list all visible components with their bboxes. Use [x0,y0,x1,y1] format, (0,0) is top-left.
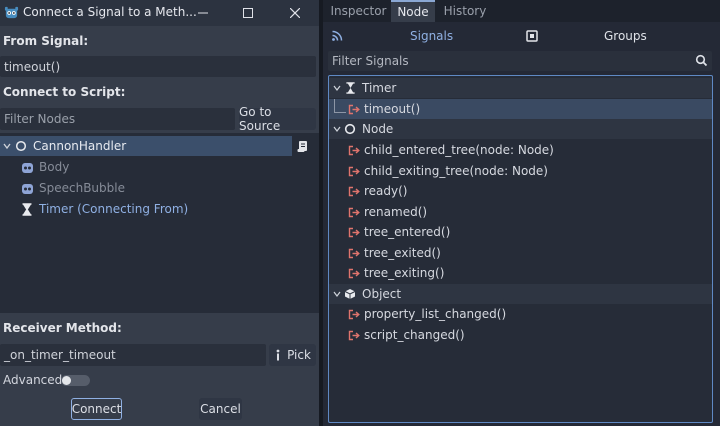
chevron-down-icon [331,84,343,92]
signal-arrow-icon [347,164,361,178]
script-node-tree[interactable]: CannonHandler Body SpeechBubble Timer (C… [0,133,319,313]
chevron-down-icon [3,143,11,150]
tab-history[interactable]: History [435,0,495,22]
signal-arrow-icon [347,266,361,280]
group-node[interactable]: Node [329,119,712,139]
signal-tree-exited[interactable]: tree_exited() [329,243,712,263]
minimize-button[interactable] [181,0,225,26]
signal-name: renamed() [364,205,428,219]
group-name: Node [362,122,394,136]
tree-item-body[interactable]: Body [20,157,69,177]
cube-icon [343,287,357,301]
tree-item-speechbubble[interactable]: SpeechBubble [20,178,125,198]
tree-item-label: SpeechBubble [39,181,125,195]
signal-name: ready() [364,184,408,198]
signal-name: property_list_changed() [364,307,507,321]
info-icon [276,349,280,361]
signal-arrow-icon [347,328,361,342]
signal-tree-exiting[interactable]: tree_exiting() [329,263,712,283]
tab-node[interactable]: Node [391,0,435,22]
dialog-titlebar: Connect a Signal to a Meth... [0,0,319,26]
advanced-toggle[interactable] [61,375,90,386]
receiver-method-input[interactable]: _on_timer_timeout [0,344,266,366]
signal-child-exiting-tree[interactable]: child_exiting_tree(node: Node) [329,161,712,181]
tree-item-label: Timer (Connecting From) [39,202,189,216]
hourglass-icon [343,81,357,95]
signal-name: tree_entered() [364,225,451,239]
group-object[interactable]: Object [329,284,712,304]
signals-mode-label: Signals [410,29,454,43]
cancel-button[interactable]: Cancel [199,398,242,420]
close-icon [290,8,300,18]
pick-button-label: Pick [287,348,311,362]
signal-ready[interactable]: ready() [329,181,712,201]
script-icon[interactable] [297,140,309,153]
tree-guide-line [334,112,346,113]
tree-item-label: CannonHandler [33,139,127,153]
sprite-icon [20,160,34,174]
group-name: Timer [362,81,397,95]
signal-arrow-icon [347,102,361,116]
signal-child-entered-tree[interactable]: child_entered_tree(node: Node) [329,140,712,160]
node-dock: Inspector Node History Signals Groups Fi… [323,0,720,426]
groups-mode-button[interactable]: Groups [526,22,706,50]
filter-signals-placeholder: Filter Signals [332,54,409,68]
chevron-down-icon [331,125,343,133]
signal-name: child_exiting_tree(node: Node) [364,164,548,178]
pick-button[interactable]: Pick [269,344,316,366]
dialog-title: Connect a Signal to a Meth... [23,5,197,19]
node-circle-icon [14,139,28,153]
signal-property-list-changed[interactable]: property_list_changed() [329,304,712,324]
chevron-down-icon [331,290,343,298]
group-timer[interactable]: Timer [329,78,712,98]
signal-name: tree_exited() [364,246,441,260]
hourglass-icon [20,202,34,216]
receiver-method-label: Receiver Method: [3,321,122,335]
tab-inspector[interactable]: Inspector [326,0,391,22]
group-name: Object [362,287,402,301]
signal-tree[interactable]: Timer timeout() Node child_entered_tree(… [328,75,713,423]
signal-tree-entered[interactable]: tree_entered() [329,222,712,242]
signal-waves-icon [332,30,343,41]
signal-arrow-icon [347,307,361,321]
minimize-icon [198,12,208,14]
go-to-source-button[interactable]: Go to Source [239,105,316,133]
maximize-button[interactable] [226,0,270,26]
dock-tabbar: Inspector Node History [323,0,720,22]
signal-renamed[interactable]: renamed() [329,202,712,222]
search-icon [695,54,708,67]
signal-arrow-icon [347,205,361,219]
signal-name: timeout() [364,102,421,116]
maximize-icon [243,8,253,18]
connect-signal-dialog: Connect a Signal to a Meth... From Signa… [0,0,319,426]
close-button[interactable] [273,0,317,26]
node-circle-icon [343,122,357,136]
signal-arrow-icon [347,225,361,239]
signals-mode-button[interactable]: Signals [331,22,511,50]
advanced-label: Advanced [3,373,63,387]
signal-name: script_changed() [364,328,465,342]
from-signal-label: From Signal: [3,34,89,48]
godot-logo-icon [4,6,19,19]
connect-button[interactable]: Connect [71,398,122,420]
connect-to-script-label: Connect to Script: [3,85,126,99]
groups-mode-label: Groups [604,29,647,43]
sprite-icon [20,181,34,195]
signal-script-changed[interactable]: script_changed() [329,325,712,345]
signal-arrow-icon [347,184,361,198]
tree-item-timer[interactable]: Timer (Connecting From) [20,199,188,219]
signal-name: tree_exiting() [364,266,445,280]
signal-timeout[interactable]: timeout() [329,99,712,119]
signal-arrow-icon [347,143,361,157]
filter-nodes-input[interactable]: Filter Nodes [0,108,235,130]
tree-item-label: Body [39,160,70,174]
tree-guide-line [334,99,335,113]
tree-item-cannonhandler[interactable]: CannonHandler [0,136,292,156]
signal-name: child_entered_tree(node: Node) [364,143,554,157]
signal-arrow-icon [347,246,361,260]
group-square-icon [526,30,538,42]
from-signal-field[interactable]: timeout() [0,56,316,77]
toggle-knob [62,376,71,385]
filter-signals-input[interactable]: Filter Signals [328,51,712,71]
